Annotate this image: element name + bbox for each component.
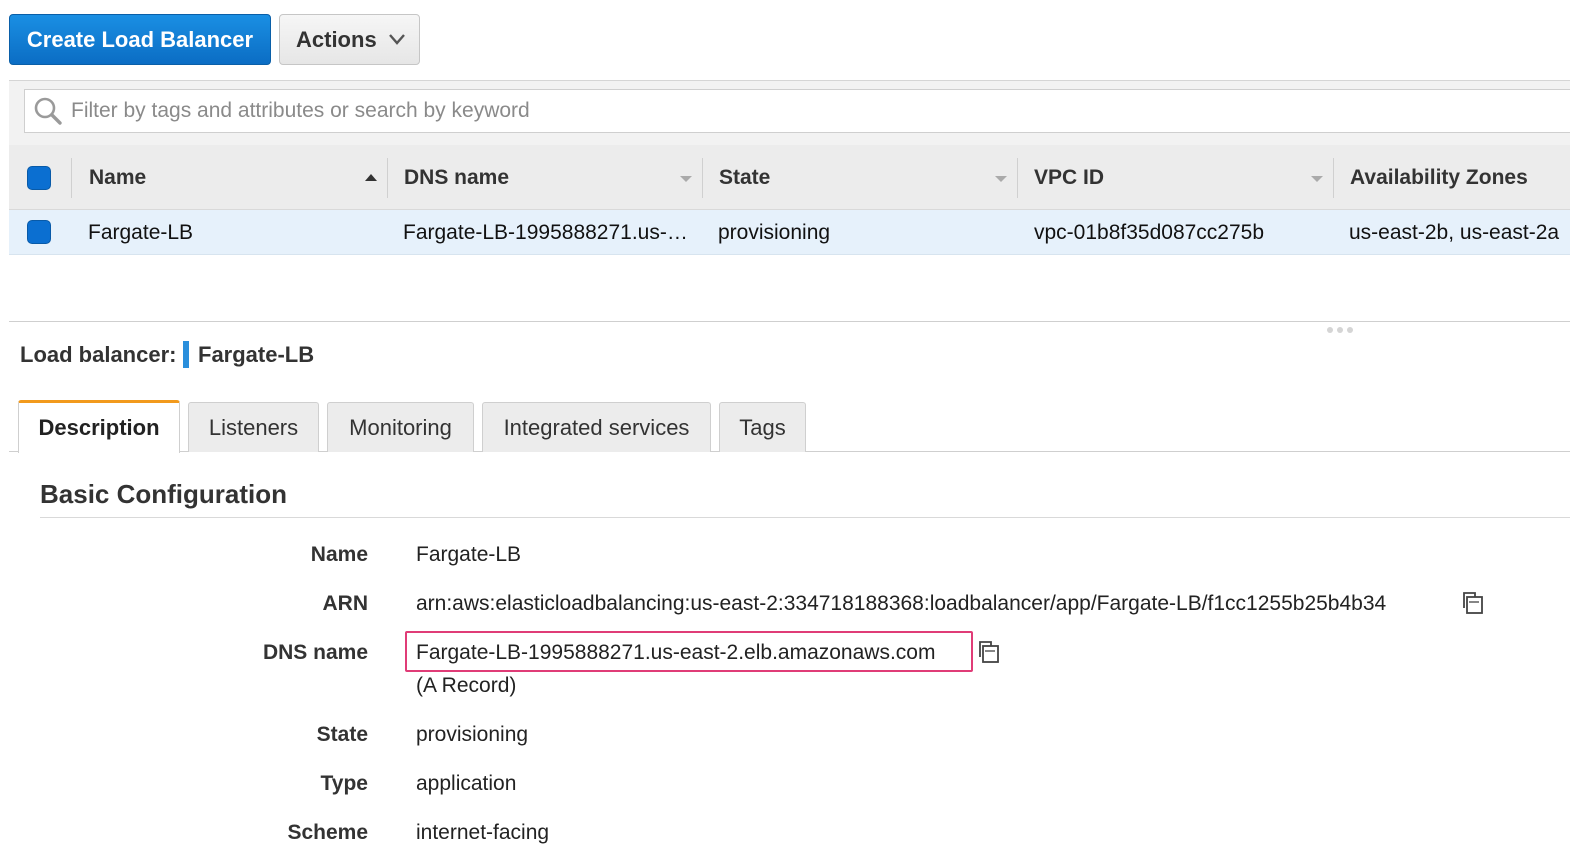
cell-availability-zones: us-east-2b, us-east-2a xyxy=(1349,220,1560,244)
column-divider xyxy=(1017,158,1018,198)
create-load-balancer-button[interactable]: Create Load Balancer xyxy=(9,14,271,65)
splitter-grip-icon[interactable] xyxy=(1327,327,1353,333)
tab-monitoring[interactable]: Monitoring xyxy=(327,402,474,452)
field-label-scheme: Scheme xyxy=(287,821,368,844)
copy-arn-icon[interactable] xyxy=(1460,590,1486,616)
search-icon xyxy=(34,97,62,125)
sort-dropdown-icon[interactable] xyxy=(1310,174,1324,184)
field-value-name: Fargate-LB xyxy=(416,543,522,566)
detail-load-balancer-name: Fargate-LB xyxy=(198,342,315,367)
section-divider xyxy=(40,517,1570,518)
field-label-type: Type xyxy=(320,772,368,795)
field-label-state: State xyxy=(316,723,368,746)
column-divider xyxy=(387,158,388,198)
column-header-dns-name[interactable]: DNS name xyxy=(404,145,509,210)
column-divider xyxy=(702,158,703,198)
column-header-vpc-id[interactable]: VPC ID xyxy=(1034,145,1104,210)
section-title: Basic Configuration xyxy=(40,478,288,509)
field-label-name: Name xyxy=(310,543,368,566)
cell-vpc-id: vpc-01b8f35d087cc275b xyxy=(1034,220,1265,244)
chevron-down-icon xyxy=(388,34,405,45)
tab-integrated-services[interactable]: Integrated services xyxy=(482,402,711,452)
selection-color-marker xyxy=(183,341,189,368)
field-value-state: provisioning xyxy=(416,723,529,746)
field-label-arn: ARN xyxy=(322,592,369,615)
column-divider xyxy=(1333,158,1334,198)
column-header-name[interactable]: Name xyxy=(89,145,146,210)
field-value-dns-record-type: (A Record) xyxy=(416,674,517,697)
cell-state: provisioning xyxy=(718,220,831,244)
dns-name-highlight-box xyxy=(405,631,973,672)
column-header-availability-zones[interactable]: Availability Zones xyxy=(1350,145,1528,210)
field-label-dns-name: DNS name xyxy=(262,641,368,664)
row-checkbox[interactable] xyxy=(27,220,51,244)
tab-tags[interactable]: Tags xyxy=(719,402,806,452)
actions-dropdown-button[interactable]: Actions xyxy=(279,14,420,65)
copy-dns-name-icon[interactable] xyxy=(976,639,1002,665)
field-value-type: application xyxy=(416,772,517,795)
select-all-checkbox[interactable] xyxy=(27,166,51,190)
panel-splitter[interactable] xyxy=(9,321,1570,322)
column-header-state[interactable]: State xyxy=(719,145,770,210)
tab-listeners[interactable]: Listeners xyxy=(188,402,319,452)
actions-label: Actions xyxy=(296,26,377,52)
cell-dns-name: Fargate-LB-1995888271.us-… xyxy=(403,220,688,244)
detail-label: Load balancer: xyxy=(20,342,177,367)
tab-description[interactable]: Description xyxy=(18,400,180,453)
column-divider xyxy=(71,158,72,198)
field-value-arn: arn:aws:elasticloadbalancing:us-east-2:3… xyxy=(416,592,1387,615)
sort-dropdown-icon[interactable] xyxy=(679,174,693,184)
sort-ascending-icon[interactable] xyxy=(364,172,378,182)
search-input[interactable]: Filter by tags and attributes or search … xyxy=(24,89,1570,133)
sort-dropdown-icon[interactable] xyxy=(994,174,1008,184)
search-placeholder: Filter by tags and attributes or search … xyxy=(71,99,530,122)
table-header xyxy=(9,145,1570,210)
cell-name: Fargate-LB xyxy=(88,220,194,244)
field-value-scheme: internet-facing xyxy=(416,821,550,844)
